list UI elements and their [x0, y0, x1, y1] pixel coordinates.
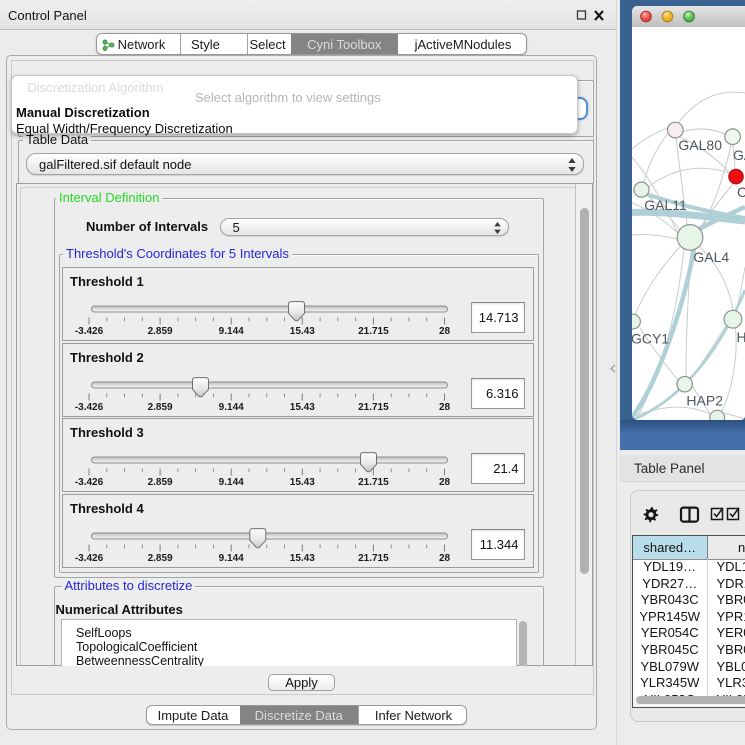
- svg-text:28: 28: [439, 326, 451, 337]
- svg-text:15.43: 15.43: [290, 477, 315, 488]
- svg-text:2.859: 2.859: [148, 402, 173, 413]
- svg-text:28: 28: [439, 477, 451, 488]
- svg-text:GA: GA: [733, 147, 745, 163]
- svg-text:GAL80: GAL80: [678, 137, 722, 153]
- svg-text:2.859: 2.859: [148, 477, 173, 488]
- svg-text:15.43: 15.43: [290, 402, 315, 413]
- svg-text:9.144: 9.144: [219, 326, 244, 337]
- svg-text:HAP2: HAP2: [686, 393, 723, 409]
- svg-text:21.715: 21.715: [358, 326, 389, 337]
- svg-text:C: C: [737, 184, 745, 200]
- svg-text:9.144: 9.144: [219, 477, 244, 488]
- svg-text:21.715: 21.715: [358, 402, 389, 413]
- svg-text:9.144: 9.144: [219, 553, 244, 564]
- svg-text:15.43: 15.43: [290, 553, 315, 564]
- svg-text:-3.426: -3.426: [75, 553, 104, 564]
- svg-text:28: 28: [439, 402, 451, 413]
- svg-text:28: 28: [439, 553, 451, 564]
- svg-text:15.43: 15.43: [290, 326, 315, 337]
- svg-text:2.859: 2.859: [148, 553, 173, 564]
- svg-text:-3.426: -3.426: [75, 477, 104, 488]
- svg-text:-3.426: -3.426: [75, 326, 104, 337]
- svg-text:GAL4: GAL4: [693, 249, 729, 265]
- svg-text:GAL11: GAL11: [644, 197, 687, 213]
- svg-text:GCY1: GCY1: [632, 331, 669, 347]
- svg-text:2.859: 2.859: [148, 326, 173, 337]
- svg-text:-3.426: -3.426: [75, 402, 104, 413]
- svg-text:21.715: 21.715: [358, 553, 389, 564]
- svg-text:9.144: 9.144: [219, 402, 244, 413]
- svg-text:21.715: 21.715: [358, 477, 389, 488]
- svg-text:H: H: [737, 329, 745, 345]
